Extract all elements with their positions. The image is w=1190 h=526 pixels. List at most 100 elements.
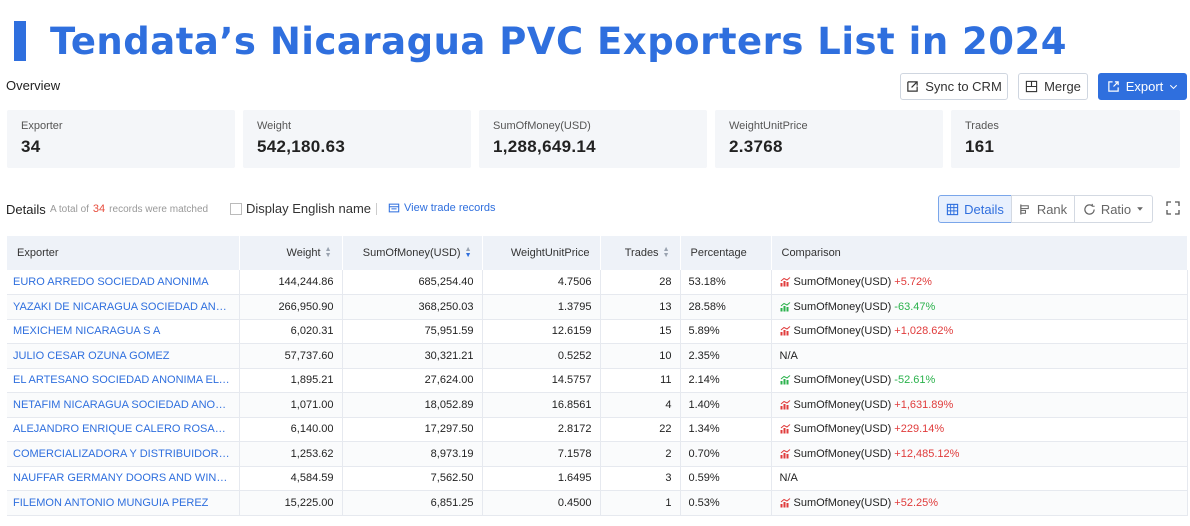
tab-details-label: Details xyxy=(964,201,1004,217)
comparison-value: SumOfMoney(USD) +1,028.62% xyxy=(780,325,1179,337)
records-icon xyxy=(388,203,400,213)
tab-rank[interactable]: Rank xyxy=(1011,195,1075,223)
comparison-cell: N/A xyxy=(771,466,1188,491)
exporter-name-link[interactable]: NAUFFAR GERMANY DOORS AND WINDOWS SOCIED… xyxy=(7,466,240,491)
english-name-checkbox[interactable] xyxy=(230,203,242,215)
ratio-icon xyxy=(1084,203,1095,215)
column-header-trades[interactable]: Trades ▲ ▼ xyxy=(600,236,681,270)
comparison-cell: SumOfMoney(USD) +5.72% xyxy=(771,270,1188,295)
export-label: Export xyxy=(1125,79,1164,94)
trades-cell: 28 xyxy=(600,270,681,295)
column-header-weight[interactable]: Weight ▲ ▼ xyxy=(239,236,343,270)
comparison-metric: SumOfMoney(USD) xyxy=(793,325,892,338)
sum-cell: 6,851.25 xyxy=(342,490,483,516)
stat-label: Trades xyxy=(965,120,999,132)
export-icon xyxy=(1107,81,1119,92)
exporter-name-link[interactable]: EURO ARREDO SOCIEDAD ANONIMA xyxy=(7,270,240,295)
exporter-name-link[interactable]: YAZAKI DE NICARAGUA SOCIEDAD ANONIM xyxy=(7,294,240,320)
unit-price-cell: 7.1578 xyxy=(482,441,601,467)
comparison-cell: SumOfMoney(USD) +229.14% xyxy=(771,417,1188,442)
stat-value: 1,288,649.14 xyxy=(493,137,596,156)
percentage-cell: 53.18% xyxy=(680,270,772,295)
table-row[interactable]: NETAFIM NICARAGUA SOCIEDAD ANONIMA 1,071.… xyxy=(7,392,1188,418)
table-row[interactable]: FILEMON ANTONIO MUNGUIA PEREZ 15,225.00 6,… xyxy=(7,490,1188,516)
stat-label: WeightUnitPrice xyxy=(729,120,808,132)
trades-cell: 1 xyxy=(600,490,681,516)
merge-button[interactable]: Merge xyxy=(1018,73,1088,100)
weight-cell: 57,737.60 xyxy=(239,343,343,369)
exporter-name-link[interactable]: COMERCIALIZADORA Y DISTRIBUIDORA N xyxy=(7,441,240,467)
sort-icon[interactable]: ▲ ▼ xyxy=(663,246,670,259)
sync-icon xyxy=(907,81,918,92)
stat-card-sum: SumOfMoney(USD) 1,288,649.14 xyxy=(479,110,707,168)
sum-cell: 7,562.50 xyxy=(342,466,483,491)
sort-icon[interactable]: ▲ ▼ xyxy=(465,246,472,259)
sum-cell: 18,052.89 xyxy=(342,392,483,418)
unit-price-cell: 2.8172 xyxy=(482,417,601,442)
table-row[interactable]: MEXICHEM NICARAGUA S A 6,020.31 75,951.59 1… xyxy=(7,319,1188,344)
stat-card-weight: Weight 542,180.63 xyxy=(243,110,471,168)
table-row[interactable]: EURO ARREDO SOCIEDAD ANONIMA 144,244.86 68… xyxy=(7,270,1188,295)
comparison-change: +1,631.89% xyxy=(894,398,954,411)
stat-card-exporter: Exporter 34 xyxy=(7,110,235,168)
comparison-value: SumOfMoney(USD) +52.25% xyxy=(780,497,1179,509)
merge-icon xyxy=(1025,80,1038,93)
stat-value: 542,180.63 xyxy=(257,137,346,156)
comparison-metric: SumOfMoney(USD) xyxy=(793,447,892,460)
column-header-sum[interactable]: SumOfMoney(USD) ▲ ▼ xyxy=(342,236,483,270)
comparison-metric: SumOfMoney(USD) xyxy=(793,496,892,509)
comparison-cell: SumOfMoney(USD) +52.25% xyxy=(771,490,1188,516)
table-row[interactable]: YAZAKI DE NICARAGUA SOCIEDAD ANONIM 266,9… xyxy=(7,294,1188,320)
stat-value: 34 xyxy=(21,137,41,156)
exporter-name-link[interactable]: JULIO CESAR OZUNA GOMEZ xyxy=(7,343,240,369)
table-row[interactable]: ALEJANDRO ENRIQUE CALERO ROSALES 6,140.00… xyxy=(7,417,1188,442)
exporter-name-link[interactable]: MEXICHEM NICARAGUA S A xyxy=(7,319,240,344)
percentage-cell: 28.58% xyxy=(680,294,772,320)
comparison-value: SumOfMoney(USD) +5.72% xyxy=(780,276,1179,288)
exporter-name-link[interactable]: ALEJANDRO ENRIQUE CALERO ROSALES xyxy=(7,417,240,442)
tab-ratio[interactable]: Ratio xyxy=(1074,195,1153,223)
fullscreen-icon[interactable] xyxy=(1166,201,1180,215)
sum-cell: 27,624.00 xyxy=(342,368,483,393)
comparison-change: +229.14% xyxy=(894,423,945,436)
percentage-cell: 0.70% xyxy=(680,441,772,467)
comparison-value: SumOfMoney(USD) -63.47% xyxy=(780,301,1179,313)
percentage-cell: 5.89% xyxy=(680,319,772,344)
percentage-cell: 2.14% xyxy=(680,368,772,393)
rank-icon xyxy=(1020,203,1029,215)
trades-cell: 10 xyxy=(600,343,681,369)
sync-to-crm-button[interactable]: Sync to CRM xyxy=(900,73,1008,100)
table-row[interactable]: JULIO CESAR OZUNA GOMEZ 57,737.60 30,321.2… xyxy=(7,343,1188,369)
comparison-change: +52.25% xyxy=(894,496,939,509)
stat-label: Weight xyxy=(257,120,292,132)
comparison-cell: SumOfMoney(USD) -52.61% xyxy=(771,368,1188,393)
overview-heading: Overview xyxy=(6,78,61,93)
records-count-text: A total of 34 records were matched xyxy=(50,203,208,215)
view-trade-records-link[interactable]: View trade records xyxy=(388,202,496,214)
sum-cell: 8,973.19 xyxy=(342,441,483,467)
total-prefix: A total of xyxy=(50,204,89,215)
tab-details[interactable]: Details xyxy=(938,195,1012,223)
page-title: Tendata’s Nicaragua PVC Exporters List i… xyxy=(50,19,1068,63)
comparison-cell: SumOfMoney(USD) +12,485.12% xyxy=(771,441,1188,467)
stat-label: Exporter xyxy=(21,120,63,132)
english-name-label[interactable]: Display English name xyxy=(246,201,371,216)
weight-header-label: Weight xyxy=(286,246,321,259)
comparison-change: +1,028.62% xyxy=(894,325,954,338)
table-row[interactable]: EL ARTESANO SOCIEDAD ANONIMA EL ARTESANO… xyxy=(7,368,1188,393)
weight-cell: 6,140.00 xyxy=(239,417,343,442)
table-row[interactable]: COMERCIALIZADORA Y DISTRIBUIDORA N 1,253.… xyxy=(7,441,1188,467)
trades-cell: 3 xyxy=(600,466,681,491)
sort-icon[interactable]: ▲ ▼ xyxy=(325,246,332,259)
comparison-metric: SumOfMoney(USD) xyxy=(793,276,892,288)
exporter-name-link[interactable]: FILEMON ANTONIO MUNGUIA PEREZ xyxy=(7,490,240,516)
trend-up-icon xyxy=(780,326,790,336)
comparison-metric: SumOfMoney(USD) xyxy=(793,374,892,387)
exporter-name-link[interactable]: EL ARTESANO SOCIEDAD ANONIMA EL ARTESANO xyxy=(7,368,240,393)
trades-cell: 15 xyxy=(600,319,681,344)
unit-price-cell: 16.8561 xyxy=(482,392,601,418)
table-row[interactable]: NAUFFAR GERMANY DOORS AND WINDOWS SOCIED… xyxy=(7,466,1188,491)
exporter-name-link[interactable]: NETAFIM NICARAGUA SOCIEDAD ANONIMA xyxy=(7,392,240,418)
export-button[interactable]: Export xyxy=(1098,73,1187,100)
weight-cell: 266,950.90 xyxy=(239,294,343,320)
